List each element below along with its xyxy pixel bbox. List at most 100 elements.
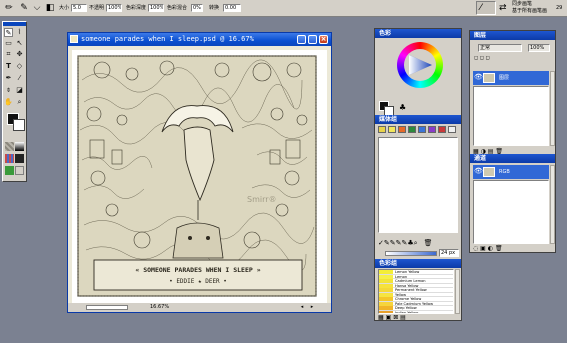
layer-blend-select[interactable]: 正常: [478, 44, 522, 52]
toolbox: ✎ ⌇ ▭ ↖ ⌗ ✥ T ◇ ✒ ⁄ ⌽ ◪ ✋ ⌕: [2, 21, 27, 182]
lasso-tool-icon[interactable]: ↖: [15, 39, 24, 48]
color-wheel[interactable]: [397, 42, 443, 88]
color-set-chip: [379, 292, 393, 297]
knife-tool-icon[interactable]: ⁄: [15, 74, 24, 83]
look-swatch[interactable]: [15, 166, 24, 175]
pen-tool-icon[interactable]: ✒: [4, 74, 13, 83]
saturation-triangle[interactable]: [406, 51, 434, 79]
trash-icon[interactable]: 🗑: [424, 239, 433, 247]
angle-field[interactable]: 0.00: [223, 4, 241, 12]
color-set-scrollbar[interactable]: [455, 269, 460, 314]
color-set-chip: [379, 288, 393, 292]
canvas-area[interactable]: « SOMEONE PARADES WHEN I SLEEP » • EDDIE…: [72, 50, 327, 304]
layer-opacity-field[interactable]: 100%: [528, 44, 550, 52]
color-set-grid-icon[interactable]: ▣: [386, 314, 392, 321]
media-swatch[interactable]: [378, 126, 386, 133]
scroll-right-icon[interactable]: ▸: [308, 304, 316, 311]
palette-column-right: 图层 正常 100% ◻ ◻ ◻ 👁 图层 ▦ ◑ ▤ 🗑 通道 👁 RGB ◌…: [469, 30, 556, 253]
size-field[interactable]: 5.0: [71, 4, 87, 12]
document-title: someone parades when I sleep.psd @ 16.67…: [81, 35, 254, 43]
scroll-left-icon[interactable]: ◂: [298, 304, 306, 311]
color-set-panel-title[interactable]: 色彩组: [375, 259, 461, 268]
media-swatch[interactable]: [428, 126, 436, 133]
layers-panel-title[interactable]: 图层: [470, 31, 555, 40]
palette-well[interactable]: ⁄: [476, 1, 496, 15]
brush-shape-icon[interactable]: ✎: [18, 2, 30, 14]
brush-options-icon[interactable]: ◧: [44, 2, 56, 14]
document-status-bar: 16.67% ◂ ▸: [68, 303, 331, 312]
maximize-button[interactable]: [308, 35, 317, 44]
visibility-eye-icon[interactable]: 👁: [474, 73, 483, 82]
additional-color-swatch[interactable]: [13, 119, 25, 131]
paper-texture-swatch[interactable]: [5, 142, 14, 151]
layer-options-row: ◻ ◻ ◻: [474, 55, 490, 61]
brush-size-field[interactable]: 24 px: [439, 249, 459, 257]
color-set-rows: Lemon Yellow Lemon Cadmium Lemon Hansa Yell…: [379, 270, 453, 313]
channel-row[interactable]: 👁 RGB: [473, 165, 549, 179]
media-panel-title[interactable]: 媒体组: [375, 115, 461, 124]
media-swatch[interactable]: [438, 126, 446, 133]
move-tool-icon[interactable]: ✥: [15, 50, 24, 59]
hand-tool-icon[interactable]: ✋: [4, 98, 13, 107]
channel-save-icon[interactable]: ▣: [480, 245, 486, 252]
brush-size-slider[interactable]: [385, 251, 437, 256]
media-swatch[interactable]: [448, 126, 456, 133]
layer-row[interactable]: 👁 图层: [473, 71, 549, 85]
artwork-caption-title: « SOMEONE PARADES WHEN I SLEEP »: [135, 266, 261, 274]
weaving-swatch[interactable]: [15, 154, 24, 163]
color-depth-field[interactable]: 100%: [148, 4, 164, 12]
layers-scrollbar[interactable]: [550, 71, 555, 146]
media-swatch[interactable]: [408, 126, 416, 133]
channel-load-icon[interactable]: ◌: [473, 245, 478, 252]
fill-tool-icon[interactable]: ◪: [15, 86, 24, 95]
color-set-menu-icon[interactable]: ▤: [400, 314, 406, 321]
close-button[interactable]: ×: [319, 35, 328, 44]
zoom-tool-icon[interactable]: ⌕: [15, 98, 24, 107]
gradient-swatch[interactable]: [15, 142, 24, 151]
brush-g-icon[interactable]: ⌕: [414, 239, 418, 247]
media-preview: [378, 137, 458, 233]
channel-eye-icon[interactable]: 👁: [474, 167, 483, 176]
media-tools-row: ✓✎✎✎✎♣⌕ 🗑: [378, 239, 460, 247]
document-title-bar[interactable]: someone parades when I sleep.psd @ 16.67…: [68, 33, 331, 46]
color-panel-title[interactable]: 色彩: [375, 29, 461, 38]
channel-thumbnail: [483, 167, 495, 177]
color-set-chip: [379, 297, 393, 301]
marquee-tool-icon[interactable]: ▭: [4, 39, 13, 48]
crop-tool-icon[interactable]: ⌗: [4, 50, 13, 59]
minimize-button[interactable]: [297, 35, 306, 44]
zoom-slider[interactable]: [86, 305, 128, 310]
color-set-chip: [379, 274, 393, 279]
brush-dropdown-icon[interactable]: ⌵: [31, 2, 43, 14]
add-color-icon[interactable]: ▦: [378, 314, 384, 321]
pattern-swatch[interactable]: [5, 154, 14, 163]
dropper-tool-icon[interactable]: ⌽: [4, 86, 13, 95]
opacity-field[interactable]: 100%: [106, 4, 122, 12]
color-blend-field[interactable]: 0%: [191, 4, 203, 12]
layers-list: [473, 86, 549, 146]
palette-column-middle: 色彩 ♣ 媒体组 ✓✎✎✎✎♣⌕ 🗑 24 px 色彩组 Lemon Yellow…: [374, 28, 462, 321]
shape-tool-icon[interactable]: ◇: [15, 62, 24, 71]
sync-icon[interactable]: ⇄: [499, 2, 507, 14]
channels-panel-title[interactable]: 通道: [470, 154, 555, 163]
color-set-delete-icon[interactable]: ⊠: [393, 314, 398, 321]
watermark: Smirr®: [247, 195, 277, 204]
text-tool-icon[interactable]: T: [4, 62, 13, 71]
clone-color-icon[interactable]: ♣: [399, 103, 406, 112]
channel-invert-icon[interactable]: ◐: [488, 245, 493, 252]
media-swatch[interactable]: [418, 126, 426, 133]
toolbox-title-bar[interactable]: [3, 22, 26, 26]
nozzle-swatch[interactable]: [5, 166, 14, 175]
brush-tool-icon[interactable]: ✎: [4, 28, 13, 37]
channels-scrollbar[interactable]: [550, 165, 555, 244]
color-set-chip: [379, 279, 393, 283]
document-icon: [70, 35, 78, 43]
color-blend-label: 色彩混合: [167, 5, 188, 11]
channel-delete-icon[interactable]: 🗑: [495, 245, 503, 252]
blender-tool-icon[interactable]: ⌇: [15, 28, 24, 37]
document-window: someone parades when I sleep.psd @ 16.67…: [67, 32, 332, 313]
media-swatch[interactable]: [398, 126, 406, 133]
brush-preset-icon[interactable]: ✏: [3, 2, 15, 14]
color-set-list: Lemon Yellow Lemon Cadmium Lemon Hansa Yell…: [378, 269, 454, 314]
media-swatch[interactable]: [388, 126, 396, 133]
